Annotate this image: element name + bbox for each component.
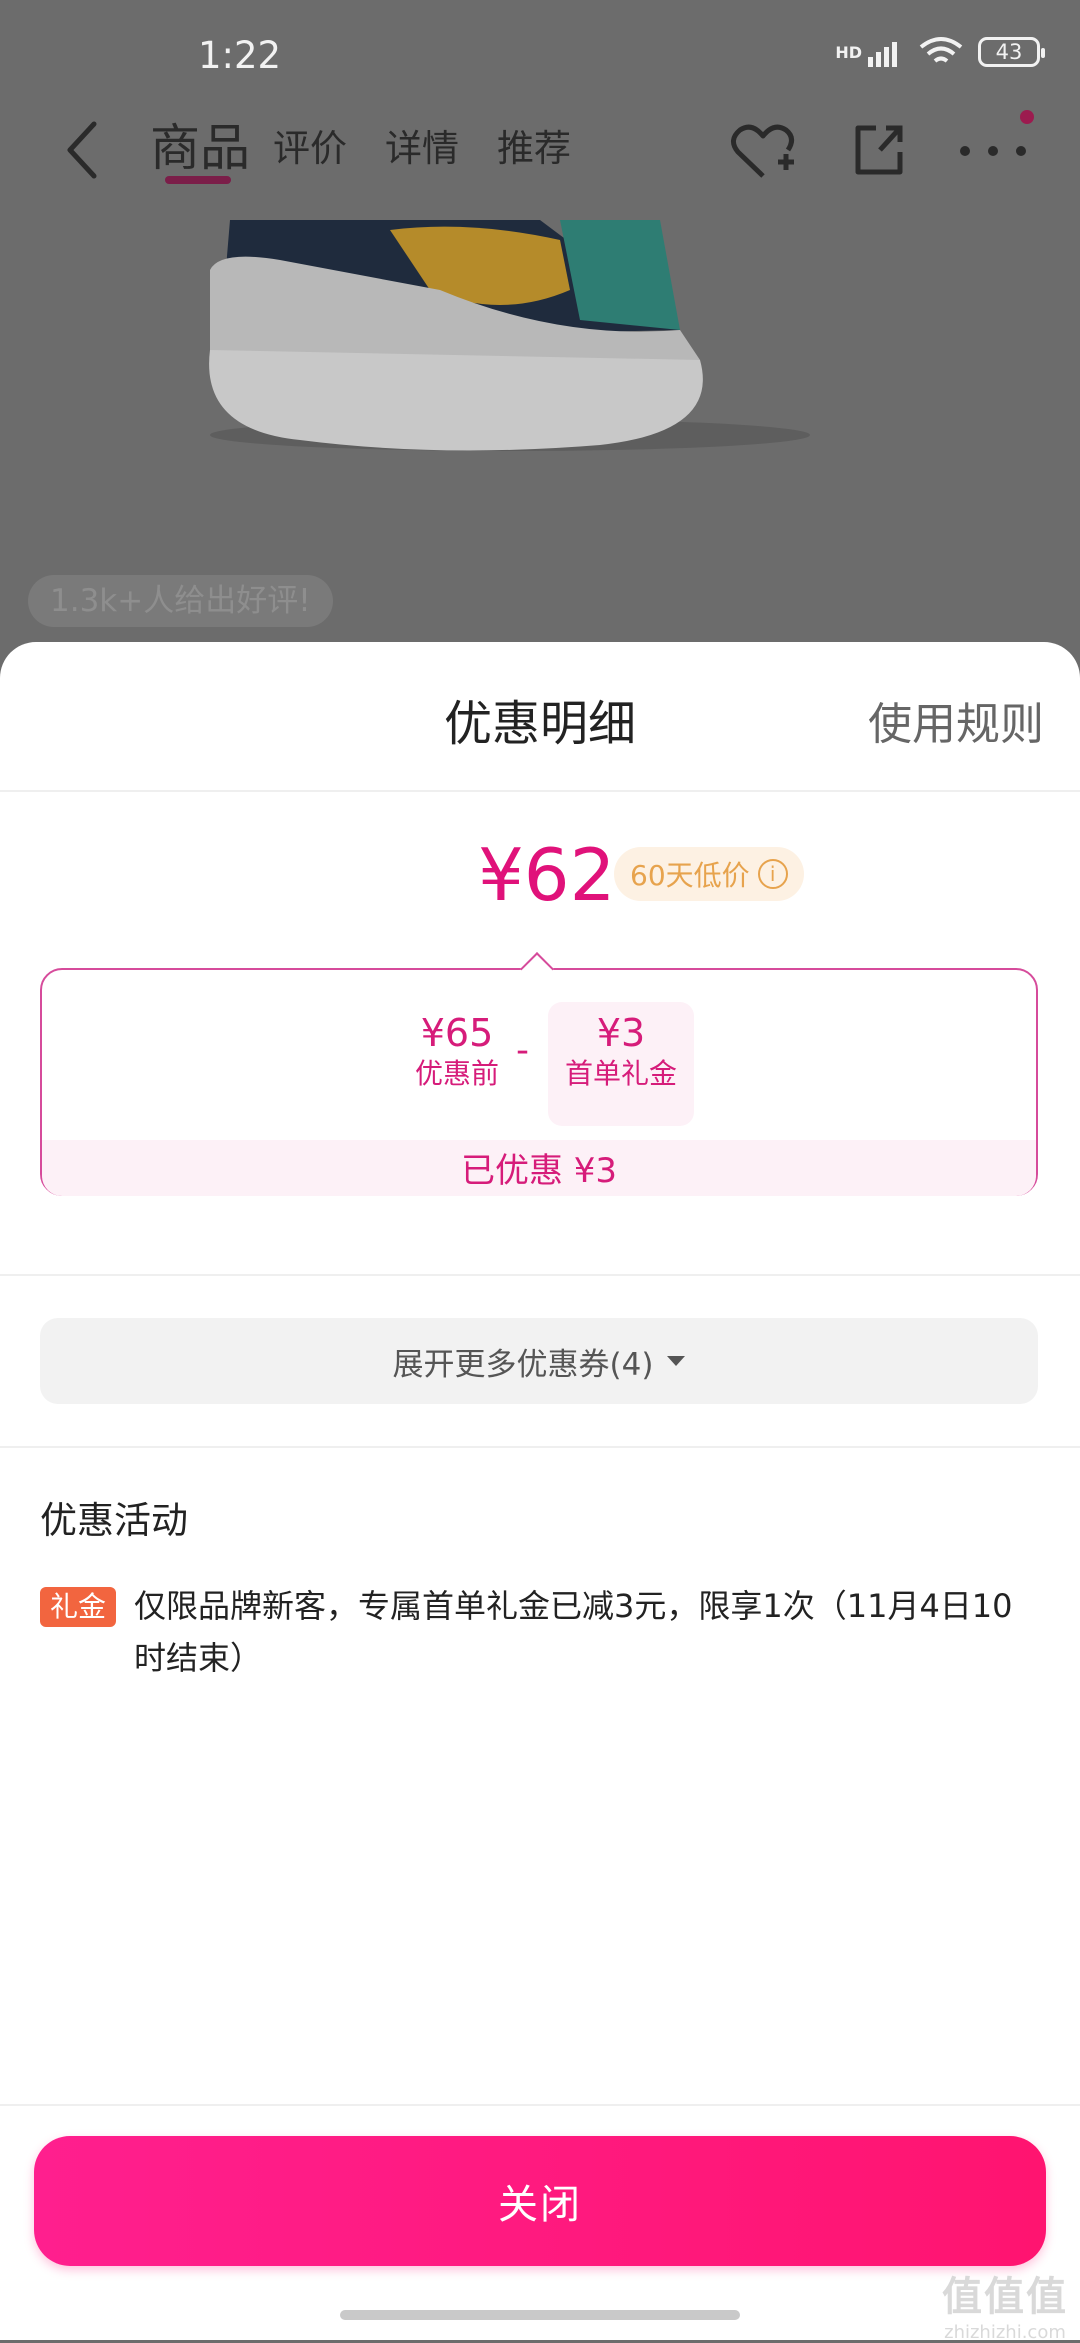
- watermark-brand: 值值值: [942, 2274, 1068, 2320]
- minus-sign: -: [516, 1030, 529, 1071]
- low-price-label: 60天低价: [630, 859, 750, 892]
- battery-icon: 43: [978, 37, 1045, 67]
- close-button[interactable]: 关闭: [34, 2136, 1046, 2266]
- status-time: 1:22: [198, 34, 282, 77]
- rules-link[interactable]: 使用规则: [868, 688, 1044, 752]
- price-row: ¥62 60天低价 i: [0, 833, 1080, 927]
- notification-dot: [1020, 110, 1034, 124]
- tab-recommend[interactable]: 推荐: [497, 118, 571, 172]
- more-icon[interactable]: [958, 144, 1028, 158]
- top-nav: 商品 评价 详情 推荐: [0, 110, 1080, 210]
- active-tab-indicator: [165, 176, 231, 184]
- original-amount: ¥65: [420, 1011, 494, 1055]
- callout-notch: [520, 952, 554, 986]
- wifi-icon: [919, 37, 963, 63]
- expand-coupons-button[interactable]: 展开更多优惠券(4): [40, 1318, 1038, 1404]
- tab-product[interactable]: 商品: [150, 108, 250, 180]
- tab-details[interactable]: 详情: [385, 118, 459, 172]
- product-image: [209, 220, 810, 451]
- share-icon[interactable]: [852, 122, 906, 178]
- favorite-add-icon[interactable]: [730, 122, 796, 182]
- gift-label: 首单礼金: [564, 1057, 677, 1090]
- expand-coupons-label: 展开更多优惠券(4): [392, 1346, 654, 1383]
- divider: [0, 1274, 1080, 1276]
- final-price: ¥62: [478, 833, 616, 917]
- discount-detail-sheet: 优惠明细 使用规则 ¥62 60天低价 i ¥65 优惠前 - ¥3 首单礼金 …: [0, 642, 1080, 2340]
- price-calculation-box: ¥65 优惠前 - ¥3 首单礼金 已优惠 ¥3: [40, 952, 1038, 1196]
- gift-item: ¥3 首单礼金: [548, 1010, 694, 1092]
- gift-amount: ¥3: [596, 1011, 646, 1055]
- tab-reviews[interactable]: 评价: [273, 118, 347, 172]
- low-price-badge[interactable]: 60天低价 i: [614, 847, 804, 901]
- watermark: 值值值 zhizhizhi.com: [942, 2264, 1068, 2343]
- original-label: 优惠前: [414, 1057, 499, 1090]
- divider: [0, 790, 1080, 792]
- home-indicator[interactable]: [340, 2310, 740, 2320]
- status-icons: HD 43: [835, 36, 1045, 68]
- network-indicator: HD: [835, 42, 862, 62]
- caret-down-icon: [667, 1356, 686, 1366]
- saved-text: 已优惠 ¥3: [460, 1151, 618, 1191]
- back-arrow-icon[interactable]: [62, 120, 102, 180]
- original-price-item: ¥65 优惠前: [402, 1010, 512, 1092]
- divider: [0, 1446, 1080, 1448]
- signal-icon: [868, 42, 897, 67]
- activity-text: 仅限品牌新客，专属首单礼金已减3元，限享1次（11月4日10时结束）: [134, 1587, 1013, 1677]
- rating-pill: 1.3k+人给出好评!: [28, 575, 333, 627]
- divider: [0, 2104, 1080, 2106]
- activity-title: 优惠活动: [40, 1499, 188, 1542]
- gift-tag: 礼金: [40, 1587, 117, 1627]
- info-icon[interactable]: i: [757, 859, 788, 889]
